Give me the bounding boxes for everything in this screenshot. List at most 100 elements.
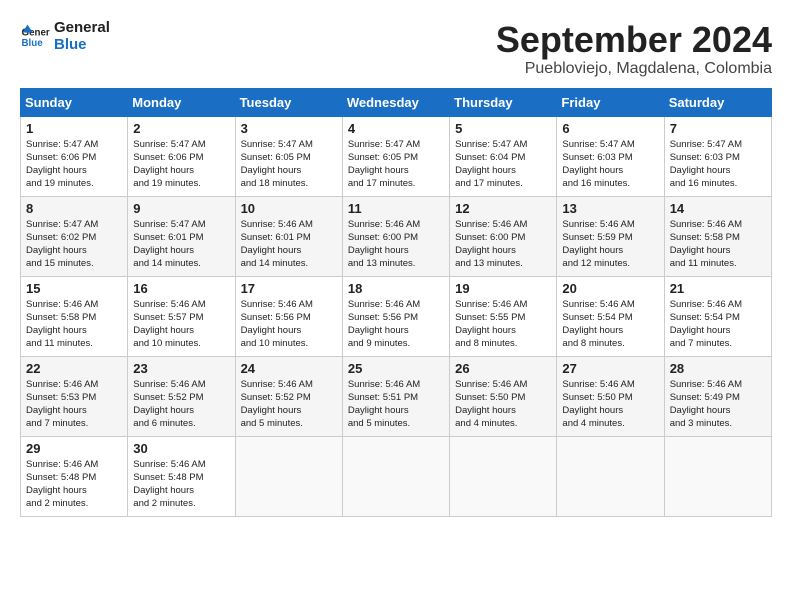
calendar-cell: 23 Sunrise: 5:46 AM Sunset: 5:52 PM Dayl… [128, 356, 235, 436]
day-info: Sunrise: 5:47 AM Sunset: 6:06 PM Dayligh… [133, 138, 229, 191]
calendar-cell: 6 Sunrise: 5:47 AM Sunset: 6:03 PM Dayli… [557, 116, 664, 196]
day-info: Sunrise: 5:47 AM Sunset: 6:03 PM Dayligh… [562, 138, 658, 191]
calendar-cell: 21 Sunrise: 5:46 AM Sunset: 5:54 PM Dayl… [664, 276, 771, 356]
calendar-week-row: 22 Sunrise: 5:46 AM Sunset: 5:53 PM Dayl… [21, 356, 772, 436]
day-number: 15 [26, 281, 122, 296]
day-info: Sunrise: 5:47 AM Sunset: 6:05 PM Dayligh… [348, 138, 444, 191]
column-header-wednesday: Wednesday [342, 88, 449, 116]
calendar-cell: 1 Sunrise: 5:47 AM Sunset: 6:06 PM Dayli… [21, 116, 128, 196]
day-info: Sunrise: 5:47 AM Sunset: 6:01 PM Dayligh… [133, 218, 229, 271]
day-info: Sunrise: 5:46 AM Sunset: 6:00 PM Dayligh… [455, 218, 551, 271]
column-header-tuesday: Tuesday [235, 88, 342, 116]
logo-icon: General Blue [20, 22, 50, 52]
calendar-cell: 25 Sunrise: 5:46 AM Sunset: 5:51 PM Dayl… [342, 356, 449, 436]
day-info: Sunrise: 5:46 AM Sunset: 5:48 PM Dayligh… [133, 458, 229, 511]
day-info: Sunrise: 5:46 AM Sunset: 5:56 PM Dayligh… [348, 298, 444, 351]
day-number: 10 [241, 201, 337, 216]
calendar-cell: 13 Sunrise: 5:46 AM Sunset: 5:59 PM Dayl… [557, 196, 664, 276]
day-number: 12 [455, 201, 551, 216]
calendar-cell: 14 Sunrise: 5:46 AM Sunset: 5:58 PM Dayl… [664, 196, 771, 276]
day-info: Sunrise: 5:47 AM Sunset: 6:06 PM Dayligh… [26, 138, 122, 191]
day-info: Sunrise: 5:46 AM Sunset: 5:54 PM Dayligh… [562, 298, 658, 351]
calendar-cell [557, 436, 664, 516]
day-number: 11 [348, 201, 444, 216]
day-info: Sunrise: 5:47 AM Sunset: 6:05 PM Dayligh… [241, 138, 337, 191]
day-number: 24 [241, 361, 337, 376]
calendar-cell [235, 436, 342, 516]
calendar-cell: 12 Sunrise: 5:46 AM Sunset: 6:00 PM Dayl… [450, 196, 557, 276]
calendar-cell: 4 Sunrise: 5:47 AM Sunset: 6:05 PM Dayli… [342, 116, 449, 196]
day-number: 20 [562, 281, 658, 296]
page-header: General Blue General Blue September 2024… [20, 20, 772, 78]
logo-blue: Blue [54, 37, 110, 54]
day-number: 23 [133, 361, 229, 376]
location: Puebloviejo, Magdalena, Colombia [496, 60, 772, 78]
day-info: Sunrise: 5:47 AM Sunset: 6:03 PM Dayligh… [670, 138, 766, 191]
calendar-week-row: 29 Sunrise: 5:46 AM Sunset: 5:48 PM Dayl… [21, 436, 772, 516]
day-number: 27 [562, 361, 658, 376]
calendar-week-row: 1 Sunrise: 5:47 AM Sunset: 6:06 PM Dayli… [21, 116, 772, 196]
calendar-cell: 15 Sunrise: 5:46 AM Sunset: 5:58 PM Dayl… [21, 276, 128, 356]
day-info: Sunrise: 5:46 AM Sunset: 5:52 PM Dayligh… [241, 378, 337, 431]
calendar-cell: 28 Sunrise: 5:46 AM Sunset: 5:49 PM Dayl… [664, 356, 771, 436]
day-info: Sunrise: 5:46 AM Sunset: 5:52 PM Dayligh… [133, 378, 229, 431]
calendar-cell: 5 Sunrise: 5:47 AM Sunset: 6:04 PM Dayli… [450, 116, 557, 196]
calendar-cell [450, 436, 557, 516]
calendar-cell: 10 Sunrise: 5:46 AM Sunset: 6:01 PM Dayl… [235, 196, 342, 276]
calendar-cell: 29 Sunrise: 5:46 AM Sunset: 5:48 PM Dayl… [21, 436, 128, 516]
calendar-cell: 2 Sunrise: 5:47 AM Sunset: 6:06 PM Dayli… [128, 116, 235, 196]
day-info: Sunrise: 5:46 AM Sunset: 5:59 PM Dayligh… [562, 218, 658, 271]
day-number: 9 [133, 201, 229, 216]
day-number: 16 [133, 281, 229, 296]
column-header-thursday: Thursday [450, 88, 557, 116]
day-number: 3 [241, 121, 337, 136]
calendar-cell: 11 Sunrise: 5:46 AM Sunset: 6:00 PM Dayl… [342, 196, 449, 276]
day-number: 13 [562, 201, 658, 216]
logo: General Blue General Blue [20, 20, 110, 53]
day-number: 18 [348, 281, 444, 296]
day-number: 5 [455, 121, 551, 136]
logo-general: General [54, 20, 110, 37]
day-number: 6 [562, 121, 658, 136]
calendar-cell: 30 Sunrise: 5:46 AM Sunset: 5:48 PM Dayl… [128, 436, 235, 516]
day-info: Sunrise: 5:46 AM Sunset: 5:50 PM Dayligh… [455, 378, 551, 431]
month-title: September 2024 [496, 20, 772, 60]
calendar-cell [342, 436, 449, 516]
calendar-cell: 26 Sunrise: 5:46 AM Sunset: 5:50 PM Dayl… [450, 356, 557, 436]
calendar-table: SundayMondayTuesdayWednesdayThursdayFrid… [20, 88, 772, 517]
day-number: 25 [348, 361, 444, 376]
calendar-cell: 18 Sunrise: 5:46 AM Sunset: 5:56 PM Dayl… [342, 276, 449, 356]
day-number: 29 [26, 441, 122, 456]
calendar-cell: 3 Sunrise: 5:47 AM Sunset: 6:05 PM Dayli… [235, 116, 342, 196]
day-number: 21 [670, 281, 766, 296]
calendar-cell: 27 Sunrise: 5:46 AM Sunset: 5:50 PM Dayl… [557, 356, 664, 436]
calendar-cell: 9 Sunrise: 5:47 AM Sunset: 6:01 PM Dayli… [128, 196, 235, 276]
day-info: Sunrise: 5:46 AM Sunset: 5:56 PM Dayligh… [241, 298, 337, 351]
day-info: Sunrise: 5:46 AM Sunset: 5:58 PM Dayligh… [670, 218, 766, 271]
day-info: Sunrise: 5:46 AM Sunset: 6:01 PM Dayligh… [241, 218, 337, 271]
day-number: 7 [670, 121, 766, 136]
day-info: Sunrise: 5:46 AM Sunset: 5:54 PM Dayligh… [670, 298, 766, 351]
day-info: Sunrise: 5:46 AM Sunset: 5:50 PM Dayligh… [562, 378, 658, 431]
calendar-cell: 7 Sunrise: 5:47 AM Sunset: 6:03 PM Dayli… [664, 116, 771, 196]
column-header-saturday: Saturday [664, 88, 771, 116]
day-number: 4 [348, 121, 444, 136]
day-info: Sunrise: 5:46 AM Sunset: 5:48 PM Dayligh… [26, 458, 122, 511]
day-info: Sunrise: 5:46 AM Sunset: 5:57 PM Dayligh… [133, 298, 229, 351]
calendar-week-row: 8 Sunrise: 5:47 AM Sunset: 6:02 PM Dayli… [21, 196, 772, 276]
calendar-cell: 20 Sunrise: 5:46 AM Sunset: 5:54 PM Dayl… [557, 276, 664, 356]
day-number: 2 [133, 121, 229, 136]
column-header-sunday: Sunday [21, 88, 128, 116]
day-info: Sunrise: 5:46 AM Sunset: 5:51 PM Dayligh… [348, 378, 444, 431]
day-number: 8 [26, 201, 122, 216]
calendar-cell: 8 Sunrise: 5:47 AM Sunset: 6:02 PM Dayli… [21, 196, 128, 276]
column-header-friday: Friday [557, 88, 664, 116]
day-number: 28 [670, 361, 766, 376]
column-header-monday: Monday [128, 88, 235, 116]
day-info: Sunrise: 5:46 AM Sunset: 5:49 PM Dayligh… [670, 378, 766, 431]
day-info: Sunrise: 5:47 AM Sunset: 6:04 PM Dayligh… [455, 138, 551, 191]
day-info: Sunrise: 5:46 AM Sunset: 5:55 PM Dayligh… [455, 298, 551, 351]
day-number: 30 [133, 441, 229, 456]
day-info: Sunrise: 5:46 AM Sunset: 5:58 PM Dayligh… [26, 298, 122, 351]
day-info: Sunrise: 5:47 AM Sunset: 6:02 PM Dayligh… [26, 218, 122, 271]
